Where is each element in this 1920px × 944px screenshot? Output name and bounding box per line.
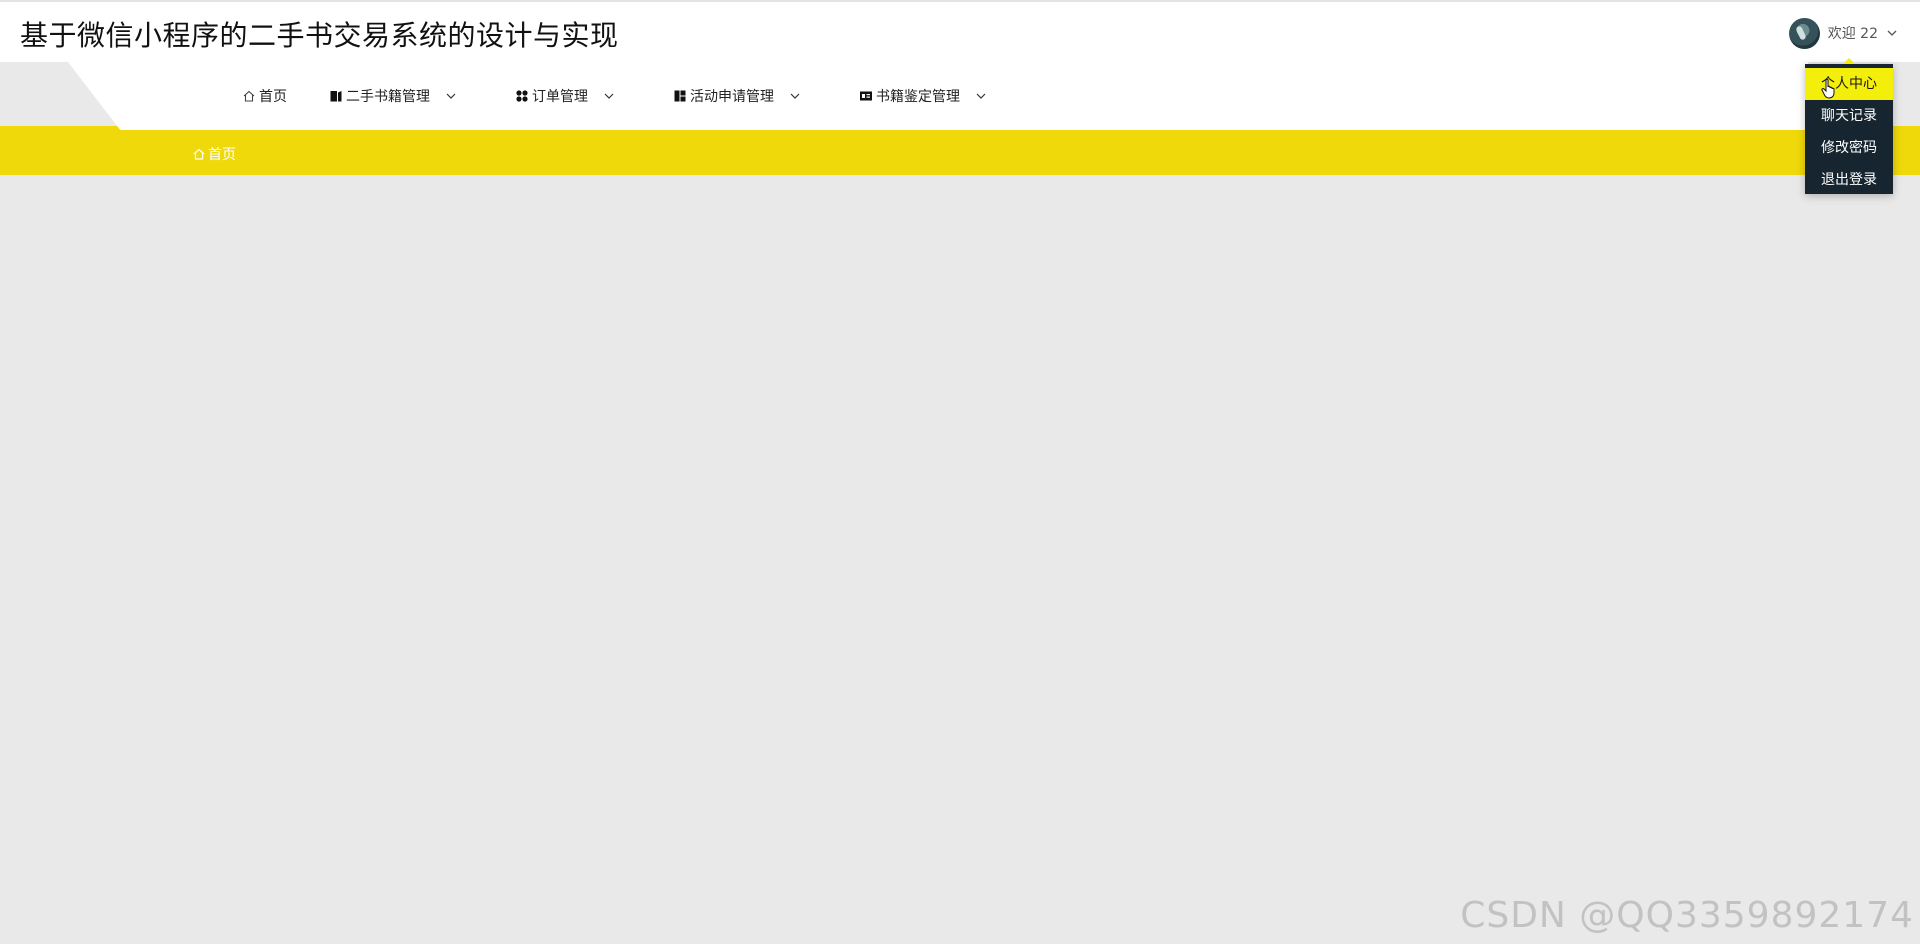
user-menu-trigger[interactable]: 欢迎 22 bbox=[1788, 17, 1898, 49]
nav-item-secondhand-books[interactable]: 二手书籍管理 bbox=[329, 86, 457, 106]
home-icon bbox=[243, 90, 255, 102]
welcome-text: 欢迎 22 bbox=[1827, 26, 1878, 42]
nav-item-label: 书籍鉴定管理 bbox=[876, 89, 960, 105]
menu-item-personal-center[interactable]: 个人中心 bbox=[1805, 68, 1893, 100]
chevron-down-icon bbox=[1887, 30, 1897, 36]
home-icon bbox=[193, 148, 205, 160]
grid-icon bbox=[516, 90, 528, 102]
app-root: 基于微信小程序的二手书交易系统的设计与实现 欢迎 22 首页 首页 二手书籍管理 bbox=[0, 0, 1920, 944]
nav-menu: 首页 二手书籍管理 订单管理 活动申请管理 书籍鉴定管理 bbox=[242, 62, 987, 130]
top-header: 基于微信小程序的二手书交易系统的设计与实现 欢迎 22 bbox=[0, 0, 1920, 62]
breadcrumb[interactable]: 首页 bbox=[192, 144, 236, 164]
breadcrumb-home-label: 首页 bbox=[208, 147, 236, 163]
chevron-down-icon bbox=[976, 93, 986, 99]
nav-item-label: 活动申请管理 bbox=[690, 89, 774, 105]
nav-item-label: 订单管理 bbox=[532, 89, 588, 105]
chevron-down-icon bbox=[604, 93, 614, 99]
chevron-down-icon bbox=[790, 93, 800, 99]
dropdown-caret bbox=[1843, 58, 1855, 64]
menu-item-change-password[interactable]: 修改密码 bbox=[1805, 132, 1893, 164]
user-dropdown-menu: 个人中心 聊天记录 修改密码 退出登录 bbox=[1805, 58, 1893, 196]
chevron-down-icon bbox=[446, 93, 456, 99]
main-nav: 首页 二手书籍管理 订单管理 活动申请管理 书籍鉴定管理 bbox=[68, 62, 1808, 130]
layout-icon bbox=[674, 90, 686, 102]
nav-item-orders[interactable]: 订单管理 bbox=[515, 86, 615, 106]
breadcrumb-bar: 首页 bbox=[0, 126, 1920, 175]
id-card-icon bbox=[860, 91, 872, 101]
nav-item-label: 二手书籍管理 bbox=[346, 89, 430, 105]
book-icon bbox=[330, 91, 342, 102]
avatar[interactable] bbox=[1788, 17, 1820, 49]
nav-item-label: 首页 bbox=[259, 89, 287, 105]
menu-item-logout[interactable]: 退出登录 bbox=[1805, 164, 1893, 196]
menu-item-chat-history[interactable]: 聊天记录 bbox=[1805, 100, 1893, 132]
nav-item-home[interactable]: 首页 bbox=[242, 86, 287, 106]
app-title: 基于微信小程序的二手书交易系统的设计与实现 bbox=[20, 19, 619, 52]
watermark: CSDN @QQ3359892174 bbox=[1460, 895, 1914, 936]
nav-item-activity-applications[interactable]: 活动申请管理 bbox=[673, 86, 801, 106]
nav-item-book-appraisal[interactable]: 书籍鉴定管理 bbox=[859, 86, 987, 106]
hand-pointer-icon bbox=[1821, 78, 1835, 99]
